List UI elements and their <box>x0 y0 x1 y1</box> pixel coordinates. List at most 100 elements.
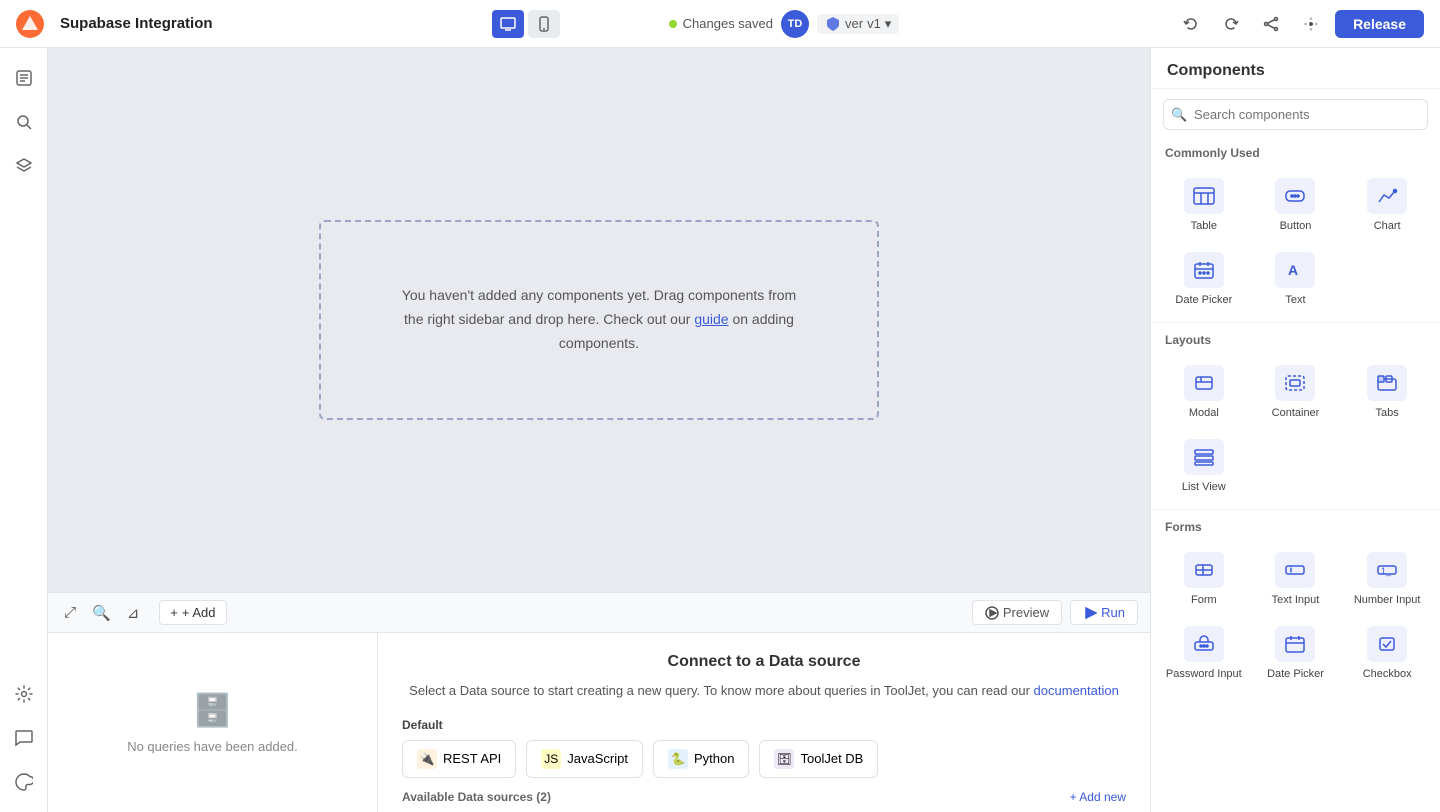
component-listview[interactable]: List View <box>1159 429 1249 501</box>
expand-icon[interactable]: ⤢ <box>60 600 80 625</box>
component-datepicker-form[interactable]: Date Picker <box>1251 616 1341 688</box>
release-button[interactable]: Release <box>1335 10 1424 38</box>
sidebar-bottom <box>6 676 42 800</box>
component-chart[interactable]: Chart <box>1342 168 1432 240</box>
datasource-title: Connect to a Data source <box>402 653 1126 671</box>
divider-1 <box>1151 322 1440 323</box>
sidebar-item-pages[interactable] <box>6 60 42 96</box>
sidebar-item-settings[interactable] <box>6 676 42 712</box>
preview-button[interactable]: Preview <box>972 600 1062 625</box>
form-icon <box>1184 552 1224 588</box>
search-icon: 🔍 <box>1171 107 1187 123</box>
app-logo <box>16 10 44 38</box>
left-sidebar <box>0 48 48 812</box>
components-panel-title: Components <box>1151 48 1440 89</box>
tabs-icon <box>1367 365 1407 401</box>
commonly-used-grid: Table Button Chart Date Picker <box>1151 164 1440 318</box>
datepicker-form-icon <box>1275 626 1315 662</box>
canvas-viewport[interactable]: You haven't added any components yet. Dr… <box>48 48 1150 592</box>
component-form[interactable]: Form <box>1159 542 1249 614</box>
search-components-input[interactable] <box>1163 99 1428 130</box>
add-new-link[interactable]: + Add new <box>1070 790 1126 804</box>
mobile-view-btn[interactable] <box>528 10 560 38</box>
header: Supabase Integration Changes saved TD ve… <box>0 0 1440 48</box>
component-text[interactable]: A Text <box>1251 242 1341 314</box>
forms-grid: Form Text Input 1_ Number Input Password… <box>1151 538 1440 692</box>
table-icon <box>1184 178 1224 214</box>
datepicker-icon <box>1184 252 1224 288</box>
sidebar-item-inspect[interactable] <box>6 104 42 140</box>
page-title: Supabase Integration <box>60 15 476 32</box>
guide-link[interactable]: guide <box>694 311 728 327</box>
toolbar-right: Preview Run <box>972 600 1138 625</box>
undo-button[interactable] <box>1175 8 1207 40</box>
source-python[interactable]: 🐍 Python <box>653 740 749 778</box>
rest-api-icon: 🔌 <box>417 749 437 769</box>
section-commonly-used: Commonly Used <box>1151 140 1440 164</box>
datasource-default-label: Default <box>402 718 1126 732</box>
chevron-down-icon: ▾ <box>885 16 892 32</box>
header-right: Release <box>1008 8 1424 40</box>
available-sources-label: Available Data sources (2) <box>402 790 551 804</box>
header-center: Changes saved TD ver v1 ▾ <box>576 10 992 38</box>
chart-icon <box>1367 178 1407 214</box>
bottom-toolbar: ⤢ 🔍 ⊿ + + Add Preview Run <box>48 593 1150 633</box>
modal-icon <box>1184 365 1224 401</box>
container-icon <box>1275 365 1315 401</box>
layouts-grid: Modal Container Tabs List View <box>1151 351 1440 505</box>
python-icon: 🐍 <box>668 749 688 769</box>
search-icon[interactable]: 🔍 <box>88 600 115 626</box>
plus-icon: + <box>170 605 178 620</box>
section-forms: Forms <box>1151 514 1440 538</box>
passwordinput-icon <box>1184 626 1224 662</box>
divider-2 <box>1151 509 1440 510</box>
sidebar-item-chat[interactable] <box>6 720 42 756</box>
run-icon <box>1083 606 1097 620</box>
version-icon <box>825 16 841 32</box>
javascript-icon: JS <box>541 749 561 769</box>
redo-button[interactable] <box>1215 8 1247 40</box>
add-query-button[interactable]: + + Add <box>159 600 226 625</box>
tooljet-db-icon: 🗄 <box>774 749 794 769</box>
component-textinput[interactable]: Text Input <box>1251 542 1341 614</box>
saved-indicator <box>669 20 677 28</box>
numberinput-icon: 1_ <box>1367 552 1407 588</box>
source-rest-api[interactable]: 🔌 REST API <box>402 740 516 778</box>
sidebar-item-theme[interactable] <box>6 764 42 800</box>
svg-text:A: A <box>1288 262 1298 278</box>
listview-icon <box>1184 439 1224 475</box>
app-settings-button[interactable] <box>1295 8 1327 40</box>
sidebar-item-data[interactable] <box>6 148 42 184</box>
documentation-link[interactable]: documentation <box>1034 683 1119 698</box>
datasource-desc: Select a Data source to start creating a… <box>402 681 1126 702</box>
section-layouts: Layouts <box>1151 327 1440 351</box>
database-icon: 🗄️ <box>193 691 233 729</box>
canvas-area: You haven't added any components yet. Dr… <box>48 48 1150 812</box>
source-tooljet-db[interactable]: 🗄 ToolJet DB <box>759 740 878 778</box>
queries-panel: 🗄️ No queries have been added. <box>48 633 378 812</box>
desktop-view-btn[interactable] <box>492 10 524 38</box>
component-table[interactable]: Table <box>1159 168 1249 240</box>
components-panel: Components 🔍 Commonly Used Table Button <box>1150 48 1440 812</box>
component-datepicker[interactable]: Date Picker <box>1159 242 1249 314</box>
component-checkbox[interactable]: Checkbox <box>1342 616 1432 688</box>
search-box: 🔍 <box>1163 99 1428 130</box>
checkbox-icon <box>1367 626 1407 662</box>
run-button[interactable]: Run <box>1070 600 1138 625</box>
version-badge[interactable]: ver v1 ▾ <box>817 14 899 34</box>
source-javascript[interactable]: JS JavaScript <box>526 740 643 778</box>
queries-empty: 🗄️ No queries have been added. <box>127 691 298 754</box>
textinput-icon <box>1275 552 1315 588</box>
main-layout: You haven't added any components yet. Dr… <box>0 48 1440 812</box>
bottom-content: 🗄️ No queries have been added. Connect t… <box>48 633 1150 812</box>
filter-icon[interactable]: ⊿ <box>123 600 144 626</box>
component-numberinput[interactable]: 1_ Number Input <box>1342 542 1432 614</box>
component-tabs[interactable]: Tabs <box>1342 355 1432 427</box>
component-button[interactable]: Button <box>1251 168 1341 240</box>
component-passwordinput[interactable]: Password Input <box>1159 616 1249 688</box>
component-modal[interactable]: Modal <box>1159 355 1249 427</box>
share-button[interactable] <box>1255 8 1287 40</box>
drop-zone[interactable]: You haven't added any components yet. Dr… <box>319 220 879 420</box>
datasource-sources: 🔌 REST API JS JavaScript 🐍 Python 🗄 <box>402 740 1126 778</box>
component-container[interactable]: Container <box>1251 355 1341 427</box>
